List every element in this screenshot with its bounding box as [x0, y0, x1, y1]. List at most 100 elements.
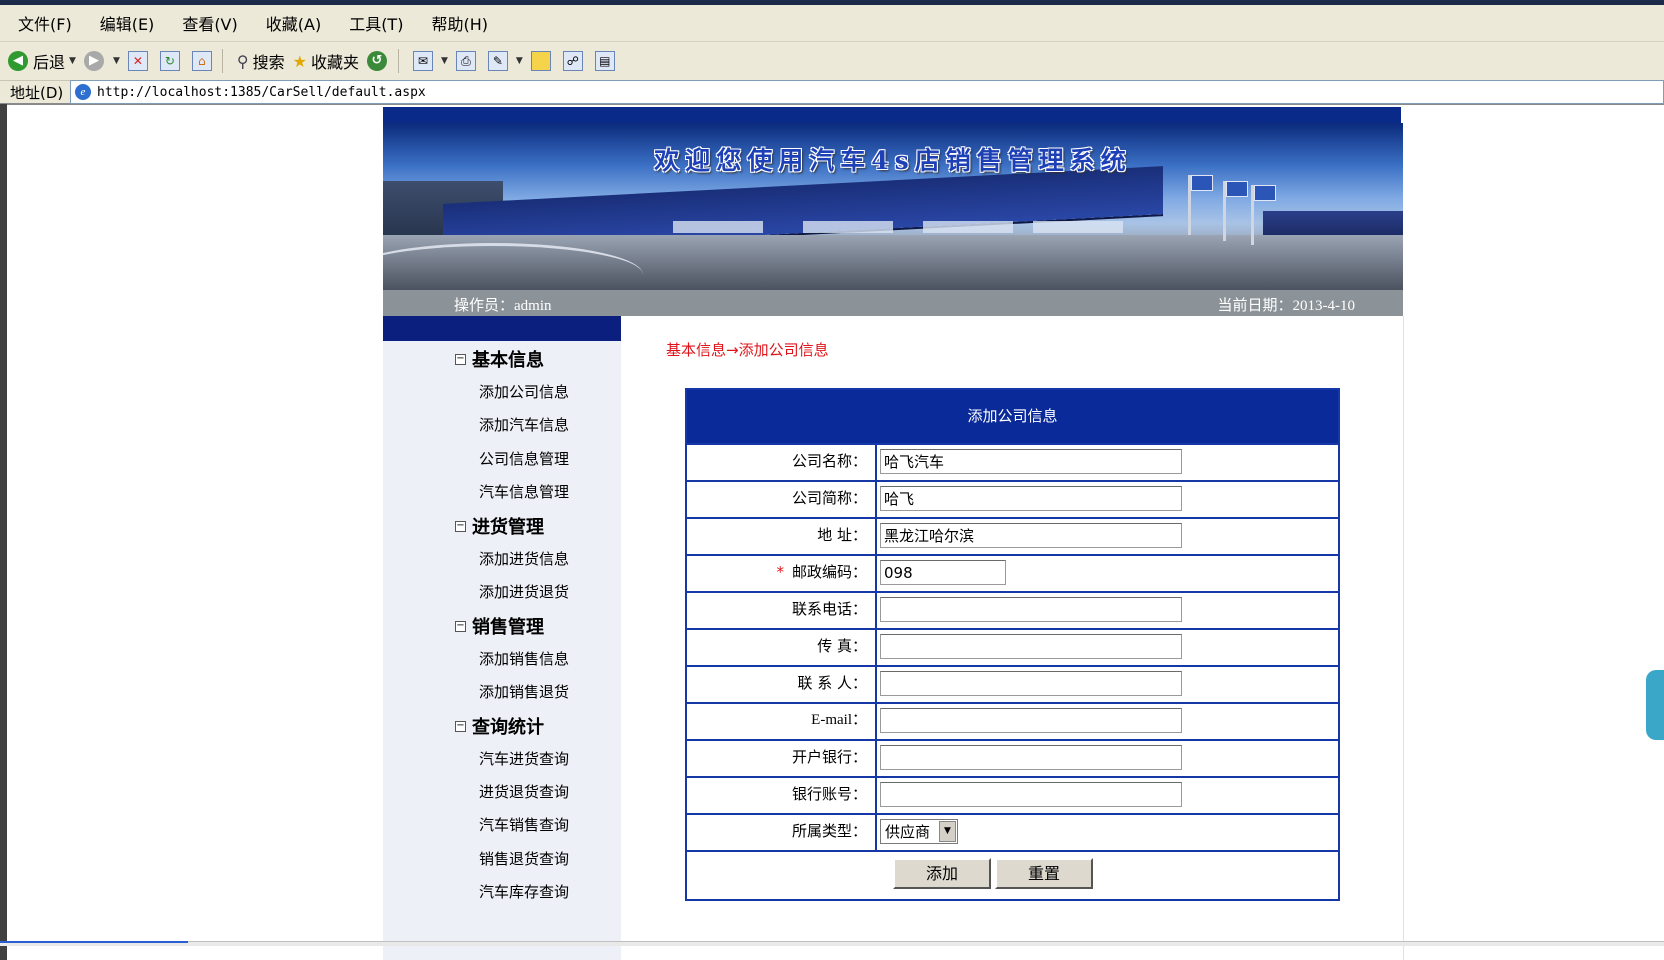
bank-input[interactable]	[880, 745, 1182, 770]
collapse-icon[interactable]: −	[455, 520, 466, 532]
field-label: 银行账号：	[687, 778, 877, 813]
forward-button[interactable]: ▶ ▼	[83, 51, 120, 71]
address-input[interactable]	[880, 523, 1182, 548]
edit-button[interactable]: ✎ ▼	[487, 51, 523, 71]
company-name-input[interactable]	[880, 449, 1182, 474]
field-label: 所属类型：	[687, 815, 877, 850]
form-row-account: 银行账号：	[687, 776, 1338, 813]
edit-dropdown-icon[interactable]: ▼	[516, 56, 523, 66]
back-label: 后退	[33, 53, 66, 72]
address-bar: 地址(D) e http://localhost:1385/CarSell/de…	[0, 80, 1664, 105]
banner-flag	[1226, 181, 1248, 197]
edit-icon: ✎	[487, 51, 508, 71]
mail-button[interactable]: ✉ ▼	[412, 51, 448, 71]
stop-button[interactable]: ✕	[127, 51, 152, 71]
ie-page-icon: e	[75, 84, 91, 100]
web-page: 欢迎您使用汽车4s店销售管理系统 操作员：admin 当前日期：2013-4-1…	[383, 107, 1404, 960]
sidebar-item-car-manage[interactable]: 汽车信息管理	[479, 481, 569, 502]
type-select[interactable]: 供应商 ▼	[880, 819, 958, 844]
forward-dropdown-icon[interactable]: ▼	[113, 56, 120, 66]
history-button[interactable]: ↺	[366, 51, 392, 71]
desktop-widget-icon	[1646, 670, 1664, 740]
print-button[interactable]: ⎙	[455, 51, 480, 71]
menu-file[interactable]: 文件(F)	[14, 9, 76, 37]
nav-group-query[interactable]: − 查询统计	[455, 713, 544, 739]
operator-label: 操作员：admin	[454, 298, 552, 314]
back-dropdown-icon[interactable]: ▼	[69, 56, 76, 66]
messenger-icon: ☍	[562, 51, 583, 71]
url-input[interactable]: e http://localhost:1385/CarSell/default.…	[70, 80, 1664, 104]
nav-group-sales[interactable]: − 销售管理	[455, 613, 544, 639]
sidebar-item-sales-query[interactable]: 汽车销售查询	[479, 814, 569, 835]
collapse-icon[interactable]: −	[455, 353, 466, 365]
contact-input[interactable]	[880, 671, 1182, 696]
banner-building-right	[1263, 211, 1403, 235]
menu-favorites[interactable]: 收藏(A)	[262, 9, 325, 37]
field-label: E-mail：	[687, 704, 877, 739]
nav-group-title: 基本信息	[472, 350, 544, 371]
browser-menubar: 文件(F) 编辑(E) 查看(V) 收藏(A) 工具(T) 帮助(H)	[0, 5, 1664, 42]
sidebar-item-add-purchase[interactable]: 添加进货信息	[479, 548, 569, 569]
research-button[interactable]: ▤	[594, 51, 619, 71]
form-row-email: E-mail：	[687, 702, 1338, 739]
field-label: 公司名称：	[687, 445, 877, 480]
add-button[interactable]: 添加	[893, 858, 991, 889]
sidebar-item-add-car[interactable]: 添加汽车信息	[479, 414, 569, 435]
form-row-company-name: 公司名称：	[687, 443, 1338, 480]
field-label: 地 址：	[687, 519, 877, 554]
field-label: 联 系 人：	[687, 667, 877, 702]
note-icon	[530, 51, 551, 71]
mail-dropdown-icon[interactable]: ▼	[441, 56, 448, 66]
field-label: 邮政编码：	[791, 563, 867, 581]
bank-account-input[interactable]	[880, 782, 1182, 807]
loading-progress-line	[0, 941, 188, 943]
search-label: 搜索	[252, 53, 285, 72]
nav-group-basic-info[interactable]: − 基本信息	[455, 346, 544, 372]
form-row-short-name: 公司简称：	[687, 480, 1338, 517]
sidebar-item-sales-return-query[interactable]: 销售退货查询	[479, 848, 569, 869]
sidebar-nav: − 基本信息 添加公司信息 添加汽车信息 公司信息管理 汽车信息管理 − 进货管…	[383, 316, 622, 960]
sidebar-item-company-manage[interactable]: 公司信息管理	[479, 448, 569, 469]
refresh-button[interactable]: ↻	[159, 51, 184, 71]
reset-button[interactable]: 重置	[995, 858, 1093, 889]
sidebar-item-add-purchase-return[interactable]: 添加进货退货	[479, 581, 569, 602]
home-button[interactable]: ⌂	[191, 51, 216, 71]
current-date: 当前日期：2013-4-10	[1217, 298, 1356, 314]
short-name-input[interactable]	[880, 486, 1182, 511]
postcode-input[interactable]	[880, 560, 1006, 585]
forward-arrow-icon: ▶	[83, 51, 104, 71]
history-icon: ↺	[366, 51, 387, 71]
nav-group-purchase[interactable]: − 进货管理	[455, 513, 544, 539]
info-bar: 操作员：admin 当前日期：2013-4-10	[383, 290, 1403, 316]
type-selected-value: 供应商	[885, 823, 931, 841]
page-top-bar	[383, 107, 1401, 123]
messenger-button[interactable]: ☍	[562, 51, 587, 71]
chevron-down-icon[interactable]: ▼	[939, 821, 956, 842]
main-content: 基本信息→添加公司信息 添加公司信息 公司名称： 公司简称： 地 址： * 邮政编…	[621, 316, 1404, 960]
stop-icon: ✕	[127, 51, 148, 71]
email-input[interactable]	[880, 708, 1182, 733]
nav-group-title: 销售管理	[472, 617, 544, 638]
favorites-button[interactable]: ★ 收藏夹	[293, 49, 359, 73]
form-row-contact: 联 系 人：	[687, 665, 1338, 702]
fax-input[interactable]	[880, 634, 1182, 659]
collapse-icon[interactable]: −	[455, 620, 466, 632]
menu-help[interactable]: 帮助(H)	[427, 9, 492, 37]
menu-tools[interactable]: 工具(T)	[345, 9, 407, 37]
sidebar-item-purchase-return-query[interactable]: 进货退货查询	[479, 781, 569, 802]
sidebar-item-stock-query[interactable]: 汽车库存查询	[479, 881, 569, 902]
phone-input[interactable]	[880, 597, 1182, 622]
collapse-icon[interactable]: −	[455, 720, 466, 732]
search-button[interactable]: ⚲ 搜索	[237, 49, 285, 73]
discuss-button[interactable]	[530, 51, 555, 71]
back-button[interactable]: ◀ 后退 ▼	[8, 49, 76, 73]
status-bar-edge	[0, 941, 1664, 946]
menu-view[interactable]: 查看(V)	[178, 9, 241, 37]
sidebar-item-add-company[interactable]: 添加公司信息	[479, 381, 569, 402]
sidebar-item-add-sale-return[interactable]: 添加销售退货	[479, 681, 569, 702]
research-icon: ▤	[594, 51, 615, 71]
form-row-type: 所属类型： 供应商 ▼	[687, 813, 1338, 850]
sidebar-item-add-sale[interactable]: 添加销售信息	[479, 648, 569, 669]
sidebar-item-purchase-query[interactable]: 汽车进货查询	[479, 748, 569, 769]
menu-edit[interactable]: 编辑(E)	[96, 9, 159, 37]
